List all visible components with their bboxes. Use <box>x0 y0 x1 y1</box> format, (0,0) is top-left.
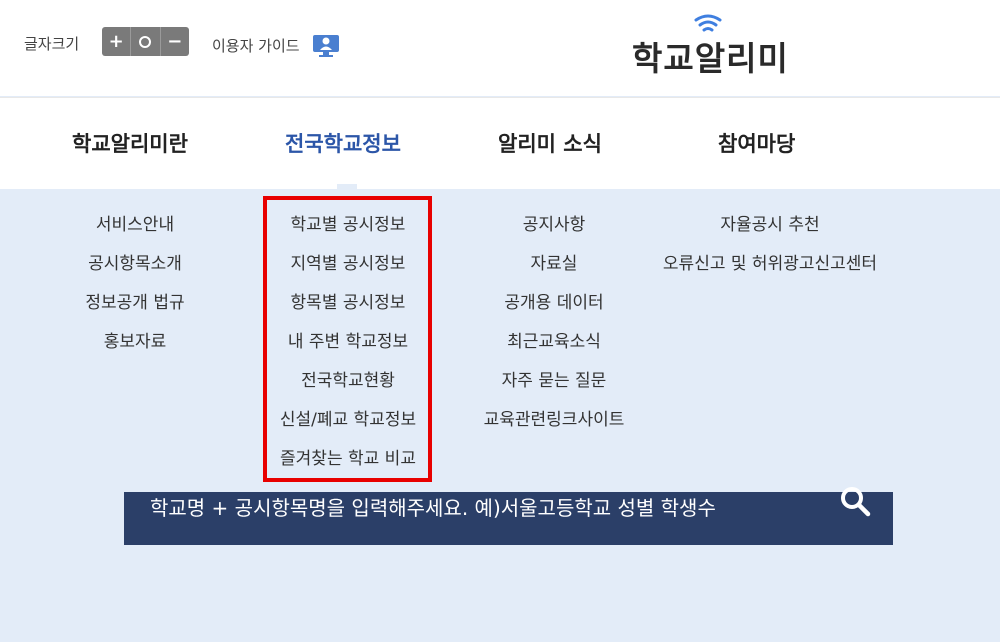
menu-service-guide[interactable]: 서비스안내 <box>96 211 174 250</box>
main-navigation: 학교알리미란 전국학교정보 알리미 소식 참여마당 <box>0 97 1000 189</box>
search-bar[interactable]: 학교명 + 공시항목명을 입력해주세요. 예)서울고등학교 성별 학생수 <box>124 487 893 545</box>
menu-faq[interactable]: 자주 묻는 질문 <box>502 367 607 406</box>
search-input[interactable]: 학교명 + 공시항목명을 입력해주세요. 예)서울고등학교 성별 학생수 <box>150 492 716 521</box>
nav-item-participation[interactable]: 참여마당 <box>718 128 795 158</box>
site-logo[interactable]: 학교알리미 <box>632 14 792 78</box>
font-reset-button[interactable] <box>131 27 161 56</box>
font-size-label: 글자크기 <box>24 35 80 53</box>
active-nav-pointer <box>337 184 357 190</box>
submenu-about: 서비스안내 공시항목소개 정보공개 법규 홍보자료 <box>55 211 215 367</box>
font-size-controls: + − <box>102 27 189 56</box>
top-header: 글자크기 + − 이용자 가이드 학교알리미 <box>0 0 1000 96</box>
submenu-participation: 자율공시 추천 오류신고 및 허위광고신고센터 <box>660 211 880 289</box>
font-decrease-button[interactable]: − <box>161 27 189 56</box>
user-guide-label: 이용자 가이드 <box>212 36 300 55</box>
menu-voluntary-recommend[interactable]: 자율공시 추천 <box>720 211 819 250</box>
menu-items-intro[interactable]: 공시항목소개 <box>88 250 182 289</box>
menu-promo-materials[interactable]: 홍보자료 <box>104 328 167 367</box>
user-guide-link[interactable]: 이용자 가이드 <box>212 33 340 57</box>
nav-item-news[interactable]: 알리미 소식 <box>498 128 602 158</box>
search-icon[interactable] <box>838 486 872 520</box>
menu-open-data[interactable]: 공개용 데이터 <box>504 289 603 328</box>
menu-error-report[interactable]: 오류신고 및 허위광고신고센터 <box>663 250 877 289</box>
menu-notices[interactable]: 공지사항 <box>523 211 586 250</box>
font-increase-button[interactable]: + <box>102 27 132 56</box>
menu-disclosure-law[interactable]: 정보공개 법규 <box>85 289 184 328</box>
logo-text: 학교알리미 <box>632 39 789 78</box>
menu-edu-news[interactable]: 최근교육소식 <box>507 328 601 367</box>
submenu-news: 공지사항 자료실 공개용 데이터 최근교육소식 자주 묻는 질문 교육관련링크사… <box>474 211 634 445</box>
nav-item-school-info[interactable]: 전국학교정보 <box>285 128 401 158</box>
menu-resources[interactable]: 자료실 <box>531 250 578 289</box>
reset-circle-icon <box>139 35 152 48</box>
menu-edu-links[interactable]: 교육관련링크사이트 <box>484 406 625 445</box>
nav-item-about[interactable]: 학교알리미란 <box>72 128 188 158</box>
monitor-user-icon <box>312 33 340 57</box>
highlight-box <box>263 196 432 482</box>
